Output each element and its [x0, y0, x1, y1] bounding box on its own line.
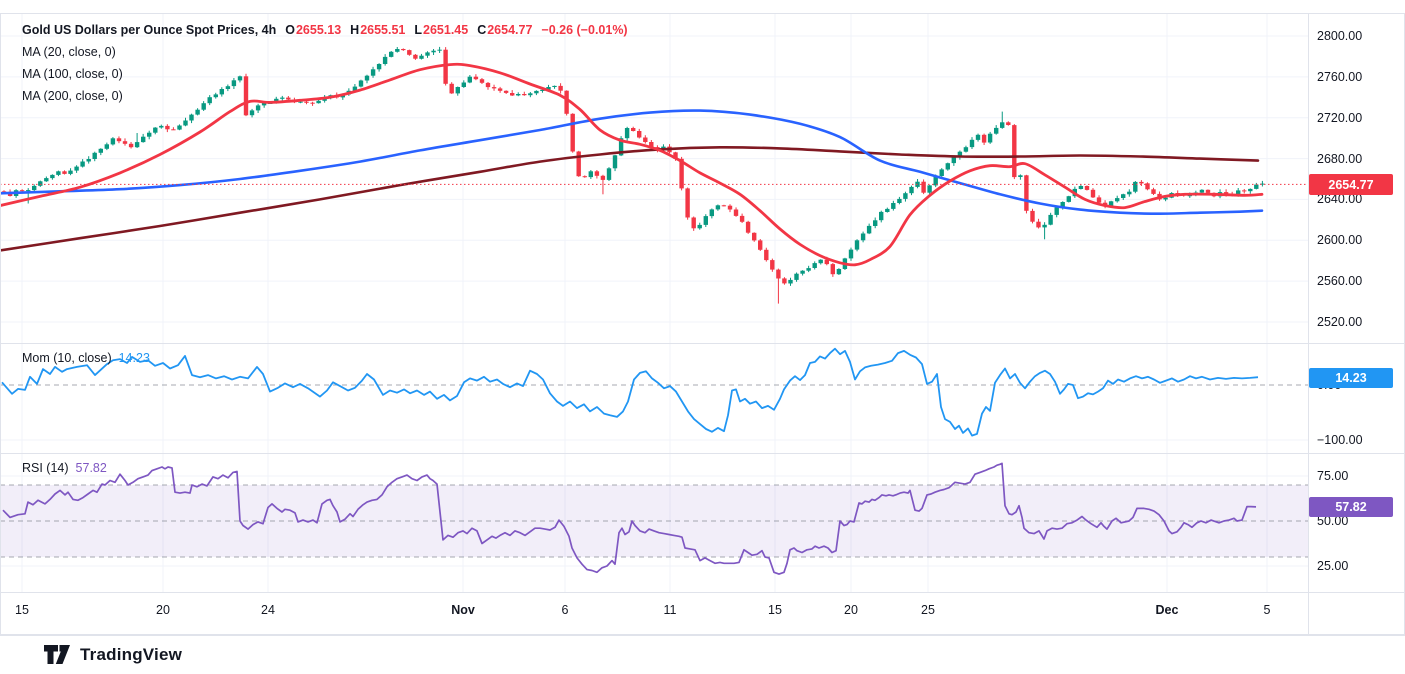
- price-axis-label: 2760.00: [1317, 68, 1362, 86]
- time-axis-label: 24: [246, 603, 290, 617]
- time-axis[interactable]: 15 20 24 Nov 6 11 15 20 25 Dec 5: [0, 592, 1405, 635]
- time-axis-label: 15: [753, 603, 797, 617]
- momentum-label: Mom (10, close): [22, 351, 112, 365]
- tradingview-logo-text[interactable]: TradingView: [80, 645, 182, 665]
- tradingview-logo-icon[interactable]: [44, 645, 71, 665]
- time-axis-label: 5: [1245, 603, 1289, 617]
- momentum-value: 14.23: [119, 351, 150, 365]
- momentum-axis-label: −100.00: [1317, 431, 1363, 449]
- ohlc-close: C2654.77: [477, 23, 532, 37]
- footer-bar: TradingView: [0, 635, 1405, 674]
- time-axis-label: 11: [648, 603, 692, 617]
- time-axis-label: 6: [543, 603, 587, 617]
- time-axis-label: Nov: [441, 603, 485, 617]
- ma20-legend-row[interactable]: MA (20, close, 0): [22, 41, 628, 63]
- price-axis-label: 2720.00: [1317, 109, 1362, 127]
- rsi-legend-row[interactable]: RSI (14) 57.82: [22, 461, 107, 475]
- time-axis-label: 20: [829, 603, 873, 617]
- price-axis-label: 2800.00: [1317, 27, 1362, 45]
- rsi-axis-label: 25.00: [1317, 557, 1348, 575]
- tradingview-chart-widget: Gold US Dollars per Ounce Spot Prices, 4…: [0, 0, 1405, 674]
- time-axis-label: 25: [906, 603, 950, 617]
- price-axis-label: 2560.00: [1317, 272, 1362, 290]
- momentum-value-badge: 14.23: [1309, 368, 1393, 388]
- current-price-badge: 2654.77: [1309, 174, 1393, 195]
- time-axis-label: Dec: [1145, 603, 1189, 617]
- rsi-label: RSI (14): [22, 461, 69, 475]
- ohlc-high: H2655.51: [350, 23, 405, 37]
- price-axis[interactable]: 2800.002760.002720.002680.002640.002600.…: [1308, 0, 1405, 635]
- main-legend: Gold US Dollars per Ounce Spot Prices, 4…: [22, 19, 628, 107]
- price-change: −0.26 (−0.01%): [541, 23, 627, 37]
- rsi-axis-label: 75.00: [1317, 467, 1348, 485]
- ma100-legend-row[interactable]: MA (100, close, 0): [22, 63, 628, 85]
- ma200-legend-row[interactable]: MA (200, close, 0): [22, 85, 628, 107]
- symbol-title: Gold US Dollars per Ounce Spot Prices, 4…: [22, 23, 276, 37]
- ohlc-open: O2655.13: [285, 23, 341, 37]
- rsi-value-badge: 57.82: [1309, 497, 1393, 517]
- price-axis-label: 2600.00: [1317, 231, 1362, 249]
- price-axis-label: 2680.00: [1317, 150, 1362, 168]
- time-axis-label: 15: [0, 603, 44, 617]
- ohlc-low: L2651.45: [414, 23, 468, 37]
- symbol-legend-row[interactable]: Gold US Dollars per Ounce Spot Prices, 4…: [22, 19, 628, 41]
- momentum-line: [2, 349, 1258, 436]
- time-axis-label: 20: [141, 603, 185, 617]
- ma100-line: [0, 111, 1262, 214]
- momentum-legend-row[interactable]: Mom (10, close) 14.23: [22, 351, 150, 365]
- price-axis-label: 2520.00: [1317, 313, 1362, 331]
- rsi-value: 57.82: [76, 461, 107, 475]
